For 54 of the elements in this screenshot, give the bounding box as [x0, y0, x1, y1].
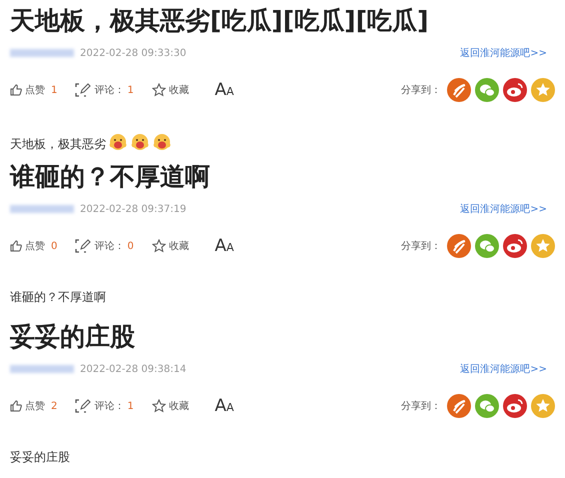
favorite-button[interactable]: 收藏: [152, 399, 189, 413]
back-link[interactable]: 返回淮河能源吧>>: [460, 46, 547, 60]
weibo-icon[interactable]: [503, 394, 527, 418]
post-title: 妥妥的庄股: [10, 321, 136, 353]
post-body: 妥妥的庄股: [10, 449, 70, 466]
edit-icon: [75, 239, 92, 253]
weibo-icon[interactable]: [503, 78, 527, 102]
star-badge-icon[interactable]: [531, 234, 555, 258]
comment-button[interactable]: 评论： 1: [75, 399, 134, 413]
favorite-button[interactable]: 收藏: [152, 83, 189, 97]
wechat-icon[interactable]: [475, 394, 499, 418]
post-body: 谁砸的？不厚道啊: [10, 289, 106, 306]
post-time: 2022-02-28 09:37:19: [80, 204, 186, 214]
share-label: 分享到：: [401, 400, 441, 413]
star-icon: [152, 83, 166, 97]
share-feather-icon[interactable]: [447, 234, 471, 258]
star-badge-icon[interactable]: [531, 394, 555, 418]
sticker-icon: [152, 133, 172, 153]
author-name-blurred: [10, 49, 74, 57]
like-button[interactable]: 点赞 1: [10, 83, 58, 97]
sticker-icon: [130, 133, 150, 153]
thumbs-up-icon: [10, 84, 22, 96]
share-label: 分享到：: [401, 84, 441, 97]
edit-icon: [75, 399, 92, 413]
favorite-button[interactable]: 收藏: [152, 239, 189, 253]
edit-icon: [75, 83, 92, 97]
back-link[interactable]: 返回淮河能源吧>>: [460, 202, 547, 216]
like-button[interactable]: 点赞 2: [10, 399, 58, 413]
author-name-blurred: [10, 205, 74, 213]
comment-button[interactable]: 评论： 0: [75, 239, 134, 253]
wechat-icon[interactable]: [475, 234, 499, 258]
post-time: 2022-02-28 09:33:30: [80, 48, 186, 58]
post-time: 2022-02-28 09:38:14: [80, 364, 186, 374]
star-icon: [152, 239, 166, 253]
like-button[interactable]: 点赞 0: [10, 239, 58, 253]
weibo-icon[interactable]: [503, 234, 527, 258]
star-icon: [152, 399, 166, 413]
share-feather-icon[interactable]: [447, 78, 471, 102]
post-title: 天地板，极其恶劣[吃瓜][吃瓜][吃瓜]: [10, 5, 430, 37]
sticker-icon: [108, 133, 128, 153]
wechat-icon[interactable]: [475, 78, 499, 102]
font-size-button[interactable]: AA: [214, 396, 234, 416]
font-size-button[interactable]: AA: [214, 236, 234, 256]
post-body: 天地板，极其恶劣: [10, 136, 106, 153]
font-size-button[interactable]: AA: [214, 80, 234, 100]
thumbs-up-icon: [10, 400, 22, 412]
star-badge-icon[interactable]: [531, 78, 555, 102]
share-feather-icon[interactable]: [447, 394, 471, 418]
share-label: 分享到：: [401, 240, 441, 253]
thumbs-up-icon: [10, 240, 22, 252]
post-title: 谁砸的？不厚道啊: [10, 161, 211, 193]
author-name-blurred: [10, 365, 74, 373]
back-link[interactable]: 返回淮河能源吧>>: [460, 362, 547, 376]
comment-button[interactable]: 评论： 1: [75, 83, 134, 97]
